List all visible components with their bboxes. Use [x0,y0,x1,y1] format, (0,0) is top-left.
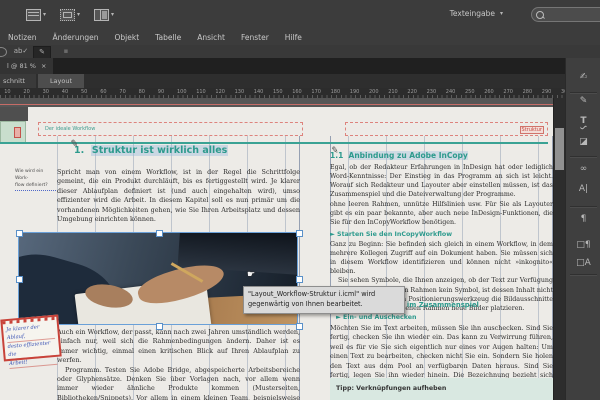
close-icon[interactable]: × [41,58,46,74]
chapter-heading-text: Struktur ist wirklich alles [90,145,229,156]
secondary-toolbar: ab✓ ✎ ▪ [0,45,600,59]
paragraph-styles-icon[interactable]: ¶ [566,214,600,224]
document-tab-bar: l @ 81 % × [0,58,600,74]
menu-item-nderungen[interactable]: Änderungen [53,33,99,42]
arrange-documents-button[interactable]: ▾ [94,6,120,23]
selection-handle[interactable] [296,230,303,237]
running-header-frame-right[interactable]: Struktur [345,122,548,136]
menu-item-ansicht[interactable]: Ansicht [197,33,225,42]
document-tab[interactable]: l @ 81 % × [0,58,54,74]
screen-mode-icon [60,8,75,21]
search-icon [536,10,544,19]
hyperlinks-icon[interactable]: ∞ [566,164,600,174]
menu-item-objekt[interactable]: Objekt [115,33,140,42]
view-tab-bar: schnitt Layout [0,74,600,88]
tip-box-title: Tipp: Verknüpfungen aufheben [336,385,447,392]
menu-item-tabelle[interactable]: Tabelle [155,33,181,42]
scrollbar-thumb[interactable] [555,128,564,170]
clipped-tool-icon[interactable] [0,47,7,57]
arrange-documents-icon [94,8,109,21]
panel-dock: ✍ ✎ T ◪ ∞ A| ¶ □¶ □A [565,58,600,400]
chevron-down-icon: ▾ [77,11,81,18]
selection-handle[interactable] [296,276,303,283]
copyfit-info-icon[interactable]: ◪ [566,137,600,147]
margin-note[interactable]: Wie wird ein Work- flow definiert? [15,169,56,191]
subheading-start-workflow[interactable]: ► Starten Sie den InCopyWorkflow [330,231,553,238]
chapter-heading[interactable]: 1. Struktur ist wirklich alles [74,145,229,156]
document-canvas: Der ideale Workflow Struktur ✎ 1. Strukt… [0,98,600,400]
text-macros-icon[interactable]: A| [566,184,600,194]
search-input[interactable] [544,10,598,19]
disabled-tool-icon: ▪ [63,47,69,55]
tab-story-view[interactable]: schnitt [0,74,36,88]
running-header-left: Der ideale Workflow [45,126,96,132]
subheading-check-in-out[interactable]: ► Ein- und Auschecken [336,314,417,321]
left-column-paragraph-3[interactable]: Programm. Testen Sie Adobe Bridge, abges… [57,366,300,400]
menu-item-notizen[interactable]: Notizen [8,33,37,42]
running-header-frame-left[interactable]: Der ideale Workflow [38,122,303,136]
edit-status-tooltip: "Layout_Workflow-Struktur i.icml" wird g… [243,286,405,314]
left-column-paragraphs-2-3[interactable]: Auch ein Workflow, der passt, kann nach … [57,328,300,400]
left-column-paragraph-1[interactable]: Spricht man von einem Workflow, ist in d… [57,168,300,224]
selection-handle[interactable] [156,323,163,330]
selection-handle[interactable] [156,230,163,237]
tab-layout-view[interactable]: Layout [38,74,84,88]
character-styles-icon[interactable]: □A [566,258,600,268]
linked-stories-icon[interactable]: □¶ [566,240,600,250]
workspace-label: Texteingabe [449,9,495,18]
chevron-down-icon: ▾ [499,10,503,17]
incopy-window: ▾ ▾ ▾ Texteingabe ▾ Notizen Änderungen Obj… [0,0,600,400]
view-options-icon [26,8,41,21]
search-box[interactable] [531,7,600,22]
app-bar: ▾ ▾ ▾ Texteingabe ▾ [0,0,600,31]
selection-handle[interactable] [296,323,303,330]
chapter-rule [0,142,548,144]
document-tab-label: l @ 81 % [7,62,36,70]
assignments-icon[interactable]: ✍ [566,72,600,82]
chevron-down-icon: ▾ [43,11,47,18]
menu-bar: Notizen Änderungen Objekt Tabelle Ansicht Fen… [0,30,600,46]
pasteboard-corner [0,107,28,121]
menu-item-hilfe[interactable]: Hilfe [285,33,302,42]
pencil-edit-icon: ✎ [330,145,340,157]
sticky-note[interactable]: Je klarer der Ablauf, desto effizienter … [0,314,62,370]
screen-mode-button[interactable]: ▾ [60,6,86,23]
right-column-paragraph-1[interactable]: Egal, ob der Redakteur Erfahrungen in In… [330,163,553,200]
menu-item-fenster[interactable]: Fenster [241,33,269,42]
section-heading[interactable]: 1.1 Anbindung zu Adobe InCopy [330,151,553,160]
tip-box[interactable]: Tipp: Verknüpfungen aufheben [330,378,553,400]
bleed-guide [0,104,553,105]
spellcheck-icon[interactable]: ab✓ [13,46,29,57]
pasteboard-fragment [0,121,26,144]
pencil-edit-icon: ✎ [69,138,80,151]
right-column-paragraph-2[interactable]: ohne leeren Rahmen, unnütze Hilfslinien … [330,200,553,227]
selection-handle[interactable] [16,230,23,237]
view-options-button[interactable]: ▾ [26,6,52,23]
notes-panel-icon[interactable]: ✎ [566,96,600,106]
grabber-cursor-icon: ☛ [247,270,256,280]
track-changes-icon[interactable]: T [566,116,600,126]
right-column-paragraph-3[interactable]: Ganz zu Beginn: Sie befinden sich gleich… [330,240,553,277]
workspace-switcher[interactable]: Texteingabe ▾ [450,9,503,18]
selection-handle[interactable] [16,276,23,283]
note-marker-icon [14,127,21,138]
running-header-right: Struktur [519,126,544,134]
left-column-paragraph-2[interactable]: Auch ein Workflow, der passt, kann nach … [57,328,300,366]
chevron-down-icon: ▾ [111,11,115,18]
